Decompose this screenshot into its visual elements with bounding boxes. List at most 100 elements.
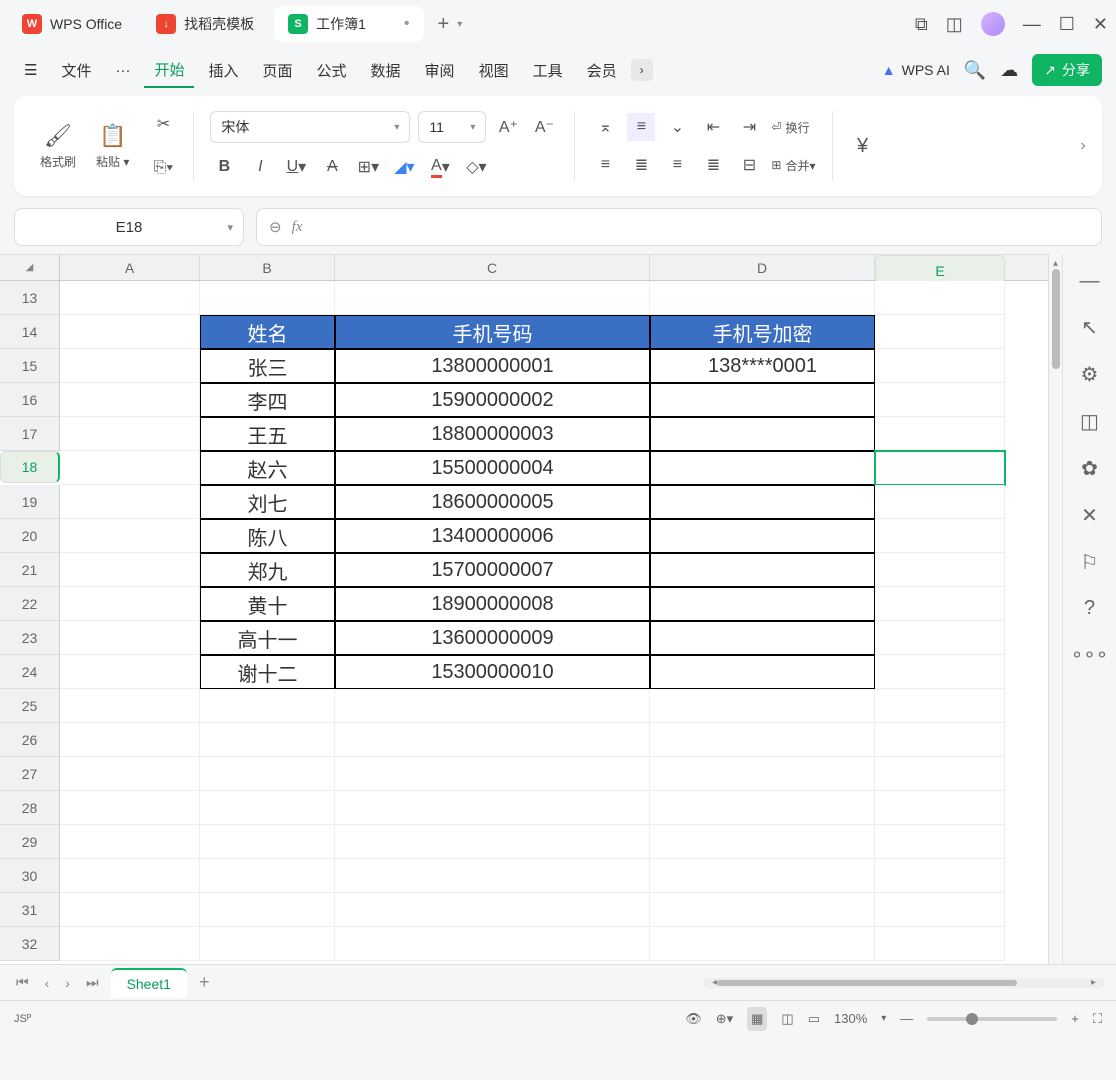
cell-C20[interactable]: 13400000006 bbox=[335, 519, 650, 553]
align-middle-button[interactable]: ≡ bbox=[627, 113, 655, 141]
col-header-D[interactable]: D bbox=[650, 255, 875, 280]
jsp-icon[interactable]: JSᴾ bbox=[14, 1013, 31, 1025]
cell-D19[interactable] bbox=[650, 485, 875, 519]
row-header[interactable]: 13 bbox=[0, 281, 60, 315]
cell-B14[interactable]: 姓名 bbox=[200, 315, 335, 349]
cell-C25[interactable] bbox=[335, 689, 650, 723]
cell-D20[interactable] bbox=[650, 519, 875, 553]
wps-ai-button[interactable]: ▲ WPS AI bbox=[882, 62, 950, 78]
sheet-tab[interactable]: Sheet1 bbox=[111, 968, 187, 998]
tab-data[interactable]: 数据 bbox=[361, 54, 411, 87]
zoom-knob[interactable] bbox=[966, 1013, 978, 1025]
cell-E29[interactable] bbox=[875, 825, 1005, 859]
spreadsheet-grid[interactable]: ◢ A B C D E 1314姓名手机号码手机号加密15张三138000000… bbox=[0, 254, 1048, 964]
view-normal-button[interactable]: ▦ bbox=[747, 1007, 767, 1031]
zoom-out-button[interactable]: — bbox=[900, 1011, 913, 1026]
cell-D27[interactable] bbox=[650, 757, 875, 791]
row-header[interactable]: 21 bbox=[0, 553, 60, 587]
cell-A21[interactable] bbox=[60, 553, 200, 587]
view-reading-button[interactable]: ▭ bbox=[808, 1011, 820, 1027]
cell-C30[interactable] bbox=[335, 859, 650, 893]
fill-color-button[interactable]: ◢▾ bbox=[390, 153, 418, 181]
cell-B30[interactable] bbox=[200, 859, 335, 893]
tab-page[interactable]: 页面 bbox=[253, 54, 303, 87]
cell-C27[interactable] bbox=[335, 757, 650, 791]
next-sheet-button[interactable]: › bbox=[61, 973, 74, 993]
bold-button[interactable]: B bbox=[210, 153, 238, 181]
name-box[interactable]: E18 ▾ bbox=[14, 208, 244, 246]
cell-E30[interactable] bbox=[875, 859, 1005, 893]
cell-D28[interactable] bbox=[650, 791, 875, 825]
cell-C29[interactable] bbox=[335, 825, 650, 859]
align-top-button[interactable]: ⌅ bbox=[591, 113, 619, 141]
cell-B26[interactable] bbox=[200, 723, 335, 757]
cell-D30[interactable] bbox=[650, 859, 875, 893]
justify-button[interactable]: ≣ bbox=[699, 151, 727, 179]
align-bottom-button[interactable]: ⌄ bbox=[663, 113, 691, 141]
fontsize-select[interactable]: 11 ▾ bbox=[418, 111, 486, 143]
fullscreen-icon[interactable]: ⛶ bbox=[1093, 1011, 1102, 1027]
tab-view[interactable]: 视图 bbox=[469, 54, 519, 87]
font-select[interactable]: 宋体 ▾ bbox=[210, 111, 410, 143]
cell-B27[interactable] bbox=[200, 757, 335, 791]
scroll-thumb[interactable] bbox=[1052, 269, 1060, 369]
cell-E21[interactable] bbox=[875, 553, 1005, 587]
cell-A24[interactable] bbox=[60, 655, 200, 689]
indent-left-button[interactable]: ⇤ bbox=[699, 113, 727, 141]
cell-B20[interactable]: 陈八 bbox=[200, 519, 335, 553]
row-header[interactable]: 25 bbox=[0, 689, 60, 723]
zoom-in-button[interactable]: + bbox=[1071, 1011, 1079, 1026]
tab-member[interactable]: 会员 bbox=[577, 54, 627, 87]
zoom-slider[interactable] bbox=[927, 1017, 1057, 1021]
cell-D14[interactable]: 手机号加密 bbox=[650, 315, 875, 349]
align-right-button[interactable]: ≡ bbox=[663, 151, 691, 179]
font-color-button[interactable]: A▾ bbox=[426, 153, 454, 181]
cell-C22[interactable]: 18900000008 bbox=[335, 587, 650, 621]
format-brush-button[interactable]: 🖌 格式刷 bbox=[40, 123, 76, 170]
cell-A29[interactable] bbox=[60, 825, 200, 859]
cell-E25[interactable] bbox=[875, 689, 1005, 723]
vertical-scrollbar[interactable]: ▴ bbox=[1048, 254, 1062, 964]
avatar[interactable] bbox=[981, 12, 1005, 36]
tools-icon[interactable]: ✕ bbox=[1081, 503, 1098, 528]
cell-C31[interactable] bbox=[335, 893, 650, 927]
hamburger-icon[interactable]: ☰ bbox=[14, 55, 47, 85]
cell-D17[interactable] bbox=[650, 417, 875, 451]
crop-icon[interactable]: ◫ bbox=[1080, 409, 1099, 434]
hscroll-thumb[interactable] bbox=[717, 980, 1017, 986]
tab-review[interactable]: 审阅 bbox=[415, 54, 465, 87]
row-header[interactable]: 23 bbox=[0, 621, 60, 655]
cell-A23[interactable] bbox=[60, 621, 200, 655]
merge-button[interactable]: ⊞ 合并▾ bbox=[771, 157, 815, 174]
cell-A28[interactable] bbox=[60, 791, 200, 825]
select-all-corner[interactable]: ◢ bbox=[0, 255, 60, 280]
col-header-B[interactable]: B bbox=[200, 255, 335, 280]
cell-B31[interactable] bbox=[200, 893, 335, 927]
cell-E22[interactable] bbox=[875, 587, 1005, 621]
cell-B18[interactable]: 赵六 bbox=[200, 451, 335, 485]
minimize-icon[interactable]: — bbox=[1023, 14, 1041, 35]
cell-C19[interactable]: 18600000005 bbox=[335, 485, 650, 519]
cell-C26[interactable] bbox=[335, 723, 650, 757]
cell-A16[interactable] bbox=[60, 383, 200, 417]
row-header[interactable]: 24 bbox=[0, 655, 60, 689]
decrease-font-button[interactable]: A⁻ bbox=[530, 113, 558, 141]
paste-button[interactable]: 📋 粘贴 ▾ bbox=[96, 123, 129, 170]
tabs-overflow-button[interactable]: › bbox=[631, 59, 653, 81]
cell-C14[interactable]: 手机号码 bbox=[335, 315, 650, 349]
cell-A19[interactable] bbox=[60, 485, 200, 519]
row-header[interactable]: 19 bbox=[0, 485, 60, 519]
cell-A17[interactable] bbox=[60, 417, 200, 451]
cell-D25[interactable] bbox=[650, 689, 875, 723]
currency-button[interactable]: ¥ bbox=[849, 132, 877, 160]
align-center-button[interactable]: ≣ bbox=[627, 151, 655, 179]
row-header[interactable]: 16 bbox=[0, 383, 60, 417]
cell-A30[interactable] bbox=[60, 859, 200, 893]
maximize-icon[interactable]: ☐ bbox=[1059, 14, 1075, 35]
cell-B19[interactable]: 刘七 bbox=[200, 485, 335, 519]
cell-A14[interactable] bbox=[60, 315, 200, 349]
row-header[interactable]: 26 bbox=[0, 723, 60, 757]
close-icon[interactable]: ✕ bbox=[1093, 14, 1108, 35]
row-header[interactable]: 17 bbox=[0, 417, 60, 451]
row-header[interactable]: 30 bbox=[0, 859, 60, 893]
